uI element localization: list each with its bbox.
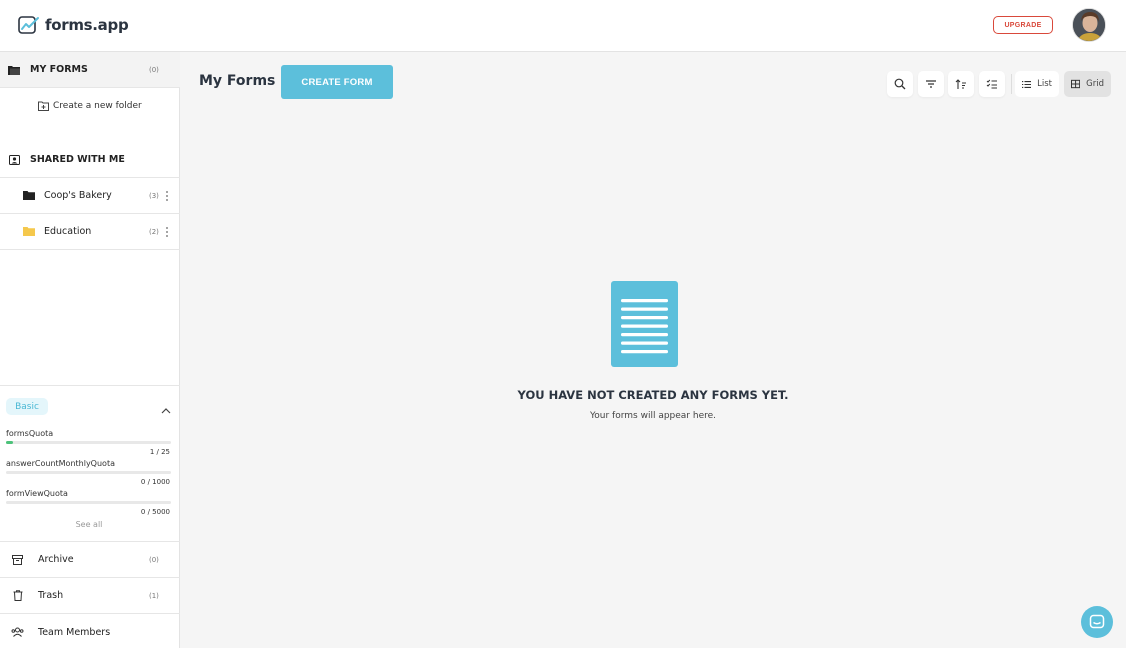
sidebar-item-team-members[interactable]: Team Members [0,614,180,648]
folder-label: Coop's Bakery [44,190,112,201]
sidebar-folder-education[interactable]: Education (2) [0,214,180,250]
see-all-link[interactable]: See all [0,520,178,529]
toolbar-divider [1011,74,1012,94]
folder-icon [23,191,35,200]
top-bar: forms.app UPGRADE [0,0,1126,52]
archive-label: Archive [38,554,74,565]
grid-icon [1071,79,1081,89]
filter-icon [926,80,936,88]
app-name: forms.app [45,16,129,34]
page-title: My Forms [199,73,276,89]
quota-label: formViewQuota [6,489,68,498]
sort-button[interactable] [948,71,974,97]
create-folder-label: Create a new folder [53,101,142,111]
folder-icon [8,65,20,75]
shared-user-icon [9,154,20,165]
folder-plus-icon [38,101,49,111]
empty-document-icon [611,281,678,371]
trash-label: Trash [38,590,64,601]
trash-icon [13,590,23,601]
quota-value: 0 / 1000 [140,478,170,486]
quota-label: answerCountMonthlyQuota [6,459,115,468]
sidebar-item-archive[interactable]: Archive (0) [0,542,180,578]
quota-value: 0 / 5000 [140,508,170,516]
quota-value: 1 / 25 [149,448,170,456]
sidebar: MY FORMS (0) Create a new folder SHARED … [0,52,180,648]
team-members-label: Team Members [38,626,111,638]
shared-with-me-label: SHARED WITH ME [30,154,125,165]
empty-state-title: YOU HAVE NOT CREATED ANY FORMS YET. [517,388,789,402]
filter-button[interactable] [918,71,944,97]
checklist-icon [986,79,997,89]
more-options-icon[interactable] [165,190,169,201]
folder-count: (2) [149,227,159,236]
search-button[interactable] [887,71,913,97]
create-folder-button[interactable]: Create a new folder [0,88,180,124]
sort-icon [955,78,966,89]
search-icon [894,78,906,90]
app-logo[interactable]: forms.app [18,15,129,35]
quota-fill [6,441,13,444]
my-forms-count: (0) [149,65,159,74]
quota-label: formsQuota [6,429,54,438]
list-icon [1022,80,1032,88]
support-chat-button[interactable] [1081,606,1113,638]
sidebar-item-shared-with-me[interactable]: SHARED WITH ME [0,142,180,178]
archive-icon [12,554,23,565]
plan-badge: Basic [6,398,48,415]
quota-progress [6,501,171,504]
folder-label: Education [44,226,92,237]
sidebar-folder-coops-bakery[interactable]: Coop's Bakery (3) [0,178,180,214]
divider [0,385,180,386]
grid-view-button[interactable]: Grid [1064,71,1111,97]
sidebar-item-trash[interactable]: Trash (1) [0,578,180,614]
quota-progress [6,441,171,444]
chevron-up-icon[interactable] [161,400,171,419]
trash-count: (1) [149,591,159,600]
my-forms-label: MY FORMS [30,64,88,75]
logo-icon [18,16,39,34]
upgrade-button[interactable]: UPGRADE [993,16,1053,34]
chat-icon [1089,614,1105,629]
more-options-icon[interactable] [165,226,169,237]
empty-state-subtitle: Your forms will appear here. [589,411,717,421]
team-icon [11,627,24,637]
folder-count: (3) [149,191,159,200]
folder-icon [23,227,35,236]
create-form-button[interactable]: CREATE FORM [281,65,393,99]
user-avatar[interactable] [1072,8,1106,42]
list-view-button[interactable]: List [1015,71,1059,97]
select-button[interactable] [979,71,1005,97]
archive-count: (0) [149,555,159,564]
list-view-label: List [1037,79,1052,89]
quota-progress [6,471,171,474]
grid-view-label: Grid [1086,79,1104,89]
sidebar-item-my-forms[interactable]: MY FORMS (0) [0,52,180,88]
